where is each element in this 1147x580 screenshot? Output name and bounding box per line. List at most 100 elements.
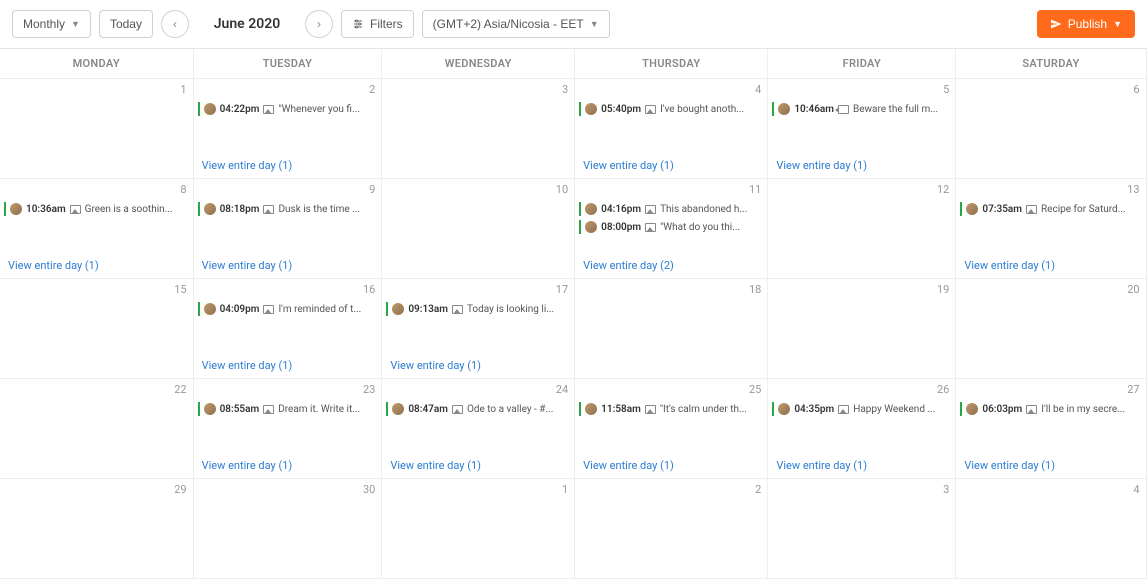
day-cell[interactable]: 22 [0, 379, 194, 479]
day-cell[interactable]: 810:36amGreen is a soothin...View entire… [0, 179, 194, 279]
calendar-event[interactable]: 07:35amRecipe for Saturd... [960, 202, 1141, 216]
day-cell[interactable]: 19 [768, 279, 956, 379]
day-events [575, 298, 767, 374]
view-entire-day-link[interactable]: View entire day (1) [956, 455, 1145, 474]
day-cell[interactable]: 204:22pm"Whenever you fi...View entire d… [194, 79, 383, 179]
day-cell[interactable]: 405:40pmI've bought anoth...View entire … [575, 79, 768, 179]
day-cell[interactable]: 1604:09pmI'm reminded of t...View entire… [194, 279, 383, 379]
calendar-event[interactable]: 04:09pmI'm reminded of t... [198, 302, 378, 316]
filters-button[interactable]: Filters [341, 10, 414, 38]
view-mode-dropdown[interactable]: Monthly ▼ [12, 10, 91, 38]
day-cell[interactable]: 11 04:16pmThis abandoned h... 08:00pm"What… [575, 179, 768, 279]
view-entire-day-link[interactable]: View entire day (1) [194, 455, 382, 474]
day-cell[interactable]: 29 [0, 479, 194, 579]
day-cell[interactable]: 30 [194, 479, 383, 579]
instagram-icon [558, 303, 570, 315]
day-cell[interactable]: 1 [0, 79, 194, 179]
calendar-event[interactable]: 10:36amGreen is a soothin... [4, 202, 189, 216]
calendar-event[interactable]: 11:58am"It's calm under th... [579, 402, 763, 416]
instagram-icon [365, 303, 377, 315]
event-text: Beware the full m... [853, 104, 951, 115]
view-entire-day-link[interactable]: View entire day (1) [194, 255, 382, 274]
calendar-event[interactable]: 04:16pmThis abandoned h... [579, 202, 763, 216]
view-entire-day-link[interactable]: View entire day (1) [0, 255, 193, 274]
event-time: 09:13am [408, 304, 448, 315]
event-text: Ode to a valley - #... [467, 404, 554, 415]
day-cell[interactable]: 12 [768, 179, 956, 279]
day-cell[interactable]: 2308:55amDream it. Write it...View entir… [194, 379, 383, 479]
photo-icon [1026, 405, 1037, 414]
calendar-event[interactable]: 08:47amOde to a valley - #... [386, 402, 570, 416]
day-number: 25 [575, 381, 767, 398]
calendar-event[interactable]: 08:00pm"What do you thi... [579, 220, 763, 234]
day-cell[interactable]: 20 [956, 279, 1146, 379]
day-number: 26 [768, 381, 955, 398]
day-events: 08:55amDream it. Write it... [194, 398, 382, 455]
day-cell[interactable]: 1709:13amToday is looking li...View enti… [382, 279, 575, 379]
day-number: 12 [768, 181, 955, 198]
publish-button[interactable]: Publish ▼ [1037, 10, 1135, 38]
view-entire-day-link[interactable]: View entire day (1) [575, 155, 767, 174]
day-cell[interactable]: 4 [956, 479, 1146, 579]
calendar-event[interactable]: 04:35pmHappy Weekend ... [772, 402, 951, 416]
view-entire-day-link[interactable]: View entire day (1) [382, 455, 574, 474]
day-number: 1 [0, 81, 193, 98]
status-bar [198, 102, 200, 116]
day-number: 10 [382, 181, 574, 198]
view-entire-day-link[interactable]: View entire day (2) [575, 255, 767, 274]
day-cell[interactable]: 13 07:35amRecipe for Saturd... View entire… [956, 179, 1146, 279]
day-number: 11 [575, 181, 767, 198]
day-cell[interactable]: 908:18pmDusk is the time ...View entire … [194, 179, 383, 279]
day-cell[interactable]: 6 [956, 79, 1146, 179]
instagram-icon [1130, 403, 1142, 415]
day-number: 5 [768, 81, 955, 98]
day-cell[interactable]: 25 11:58am"It's calm under th... View enti… [575, 379, 768, 479]
day-number: 22 [0, 381, 193, 398]
day-cell[interactable]: 3 [768, 479, 956, 579]
next-month-button[interactable]: › [305, 10, 333, 38]
day-events [382, 198, 574, 274]
day-number: 13 [956, 181, 1145, 198]
day-cell[interactable]: 3 [382, 79, 575, 179]
calendar-event[interactable]: 04:22pm"Whenever you fi... [198, 102, 378, 116]
status-bar [198, 302, 200, 316]
day-cell[interactable]: 24 08:47amOde to a valley - #... View enti… [382, 379, 575, 479]
day-cell[interactable]: 10 [382, 179, 575, 279]
day-cell[interactable]: 2 [575, 479, 768, 579]
calendar-event[interactable]: 08:55amDream it. Write it... [198, 402, 378, 416]
day-number: 24 [382, 381, 574, 398]
day-number: 18 [575, 281, 767, 298]
calendar-event[interactable]: 10:46am Beware the full m... [772, 102, 951, 116]
prev-month-button[interactable]: ‹ [161, 10, 189, 38]
today-button[interactable]: Today [99, 10, 153, 38]
calendar-event[interactable]: 05:40pmI've bought anoth... [579, 102, 763, 116]
status-bar [579, 202, 581, 216]
weekday-header: WEDNESDAY [382, 49, 575, 79]
event-text: Dream it. Write it... [278, 404, 361, 415]
day-number: 2 [575, 481, 767, 498]
day-cell[interactable]: 5 10:46am Beware the full m... View entire … [768, 79, 956, 179]
calendar-event[interactable]: 08:18pmDusk is the time ... [198, 202, 378, 216]
view-entire-day-link[interactable]: View entire day (1) [768, 455, 955, 474]
day-cell[interactable]: 18 [575, 279, 768, 379]
toolbar: Monthly ▼ Today ‹ June 2020 › Filters (G… [0, 0, 1147, 49]
avatar [778, 403, 790, 415]
calendar-event[interactable]: 09:13amToday is looking li... [386, 302, 570, 316]
avatar [204, 203, 216, 215]
view-entire-day-link[interactable]: View entire day (1) [194, 155, 382, 174]
calendar-event[interactable]: 06:03pmI'll be in my secre... [960, 402, 1141, 416]
view-entire-day-link[interactable]: View entire day (1) [768, 155, 955, 174]
day-cell[interactable]: 1 [382, 479, 575, 579]
day-cell[interactable]: 26 04:35pmHappy Weekend ... View entire da… [768, 379, 956, 479]
day-cell[interactable]: 2706:03pmI'll be in my secre...View enti… [956, 379, 1146, 479]
view-entire-day-link[interactable]: View entire day (1) [194, 355, 382, 374]
view-entire-day-link[interactable]: View entire day (1) [956, 255, 1145, 274]
avatar [392, 303, 404, 315]
event-time: 10:46am [794, 104, 834, 115]
day-cell[interactable]: 15 [0, 279, 194, 379]
view-entire-day-link[interactable]: View entire day (1) [575, 455, 767, 474]
timezone-dropdown[interactable]: (GMT+2) Asia/Nicosia - EET ▼ [422, 10, 610, 38]
status-bar [4, 202, 6, 216]
day-number: 4 [956, 481, 1145, 498]
view-entire-day-link[interactable]: View entire day (1) [382, 355, 574, 374]
